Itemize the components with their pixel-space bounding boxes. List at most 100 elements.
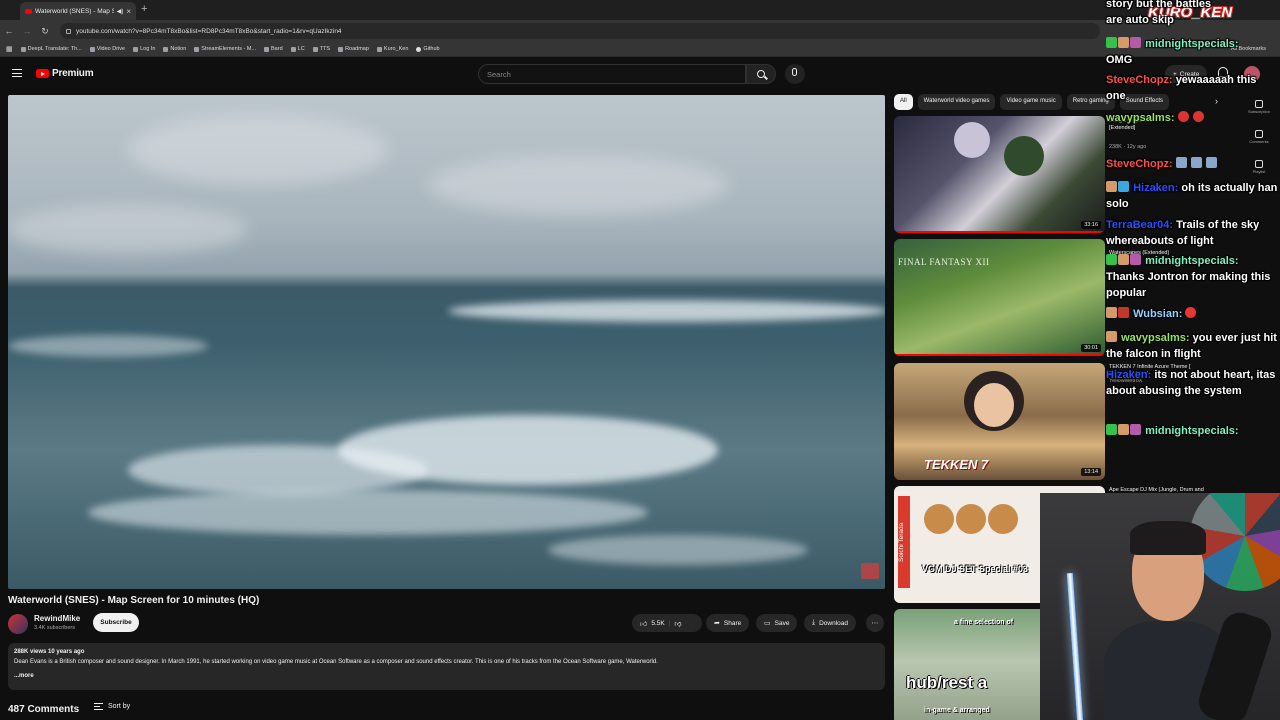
sub-badge-icon [1118, 424, 1129, 435]
search-input[interactable]: Search [478, 64, 746, 84]
account-avatar[interactable] [1244, 66, 1260, 82]
more-actions-button[interactable]: ⋯ [866, 614, 884, 632]
bookmark-streamelements[interactable]: StreamElements - M... [194, 46, 256, 52]
streamer-name-tag: KURO_KEN [1148, 4, 1233, 21]
share-button[interactable]: ➦ Share [706, 614, 750, 632]
bookmarks-bar: ▦ DeepL Translate: Th... Video Drive Log… [0, 42, 1280, 57]
bookmark-video-drive[interactable]: Video Drive [89, 46, 125, 52]
subscribe-button[interactable]: Subscribe [93, 613, 139, 632]
chat-username: SteveChopz: [1106, 158, 1173, 170]
notifications-bell-icon[interactable] [1218, 67, 1228, 77]
bookmark-favicon-icon [376, 46, 382, 52]
logo-text: Premium [52, 68, 94, 79]
bookmark-roadmap[interactable]: Roadmap [338, 46, 369, 52]
bookmark-kuro-ken[interactable]: Kuro_Ken [376, 46, 408, 52]
ocean-wave [448, 300, 885, 322]
thumb-bottom-text: in-game & arranged [924, 707, 990, 714]
comments-action[interactable]: Comments [1246, 130, 1272, 144]
thumbs-up-icon[interactable]: 👍︎ [640, 619, 647, 628]
channel-name[interactable]: RewindMike [34, 614, 80, 623]
thumb-figure [956, 504, 986, 534]
thumb-logo-text: FINAL FANTASY XII [898, 257, 990, 267]
bookmark-log-in[interactable]: Log In [133, 46, 155, 52]
video-player[interactable] [8, 95, 885, 589]
bookmark-bard[interactable]: Bard [264, 46, 283, 52]
forward-icon[interactable]: → [18, 26, 36, 36]
recommended-thumbnail[interactable]: FINAL FANTASY XII 30:01 [894, 239, 1105, 356]
sub-badge-icon [1130, 424, 1141, 435]
bookmark-lc[interactable]: LC [290, 46, 305, 52]
new-tab-icon[interactable]: + [141, 3, 147, 15]
save-button[interactable]: ▭ Save [756, 614, 798, 632]
show-more-link[interactable]: ...more [14, 671, 879, 681]
verified-badge-icon [1106, 424, 1117, 435]
thumb-figure [924, 504, 954, 534]
video-description[interactable]: 288K views 10 years ago Dean Evans is a … [8, 643, 885, 690]
youtube-logo-icon [36, 69, 49, 78]
bookmark-notion[interactable]: Notion [163, 46, 186, 52]
recommended-thumbnail[interactable]: 33:16 [894, 116, 1105, 233]
apps-icon[interactable]: ▦ [6, 45, 13, 53]
recommendation-title: Waterscapes (Extended) [1109, 250, 1170, 256]
chip-video-game-music[interactable]: Video game music [1000, 94, 1062, 110]
reload-icon[interactable]: ↻ [36, 26, 54, 37]
like-count[interactable]: 5.5K [651, 620, 664, 627]
chevron-right-icon[interactable]: › [1215, 96, 1218, 106]
thumb-figure [988, 504, 1018, 534]
bookmark-tts[interactable]: TTS [312, 46, 330, 52]
youtube-premium-logo[interactable]: Premium [36, 68, 94, 79]
subscription-icon [1255, 100, 1263, 108]
recommendation-meta[interactable]: TEKKEN 7 Infinite Azure Theme [ Tekken 7… [1109, 364, 1244, 385]
subscriber-count: 3.4K subscribers [34, 625, 75, 631]
close-tab-icon[interactable]: × [126, 7, 131, 16]
watch-progress-bar [894, 231, 1105, 233]
recommended-thumbnail[interactable]: TEKKEN 7 13:14 [894, 363, 1105, 480]
chat-username: Hizaken: [1133, 182, 1179, 194]
bookmark-favicon-icon [290, 46, 296, 52]
address-bar[interactable]: youtube.com/watch?v=8Pc34mT8xBo&list=RD8… [60, 23, 1100, 39]
chip-waterworld-video-games[interactable]: Waterworld video games [917, 94, 996, 110]
emote-icon [1175, 157, 1187, 168]
subscription-action[interactable]: Subscription [1246, 100, 1272, 114]
emote-icon [1205, 157, 1217, 168]
back-icon[interactable]: ← [0, 26, 18, 36]
chip-all[interactable]: All [894, 94, 913, 110]
like-divider: | [668, 619, 671, 627]
sub-badge-icon [1106, 181, 1117, 192]
download-button[interactable]: ⤓ Download [804, 614, 857, 632]
playlist-action[interactable]: Playlist [1246, 160, 1272, 174]
voice-search-button[interactable] [785, 64, 805, 84]
audio-icon[interactable]: ◀) [117, 8, 124, 15]
menu-icon[interactable] [12, 69, 22, 77]
comments-count: 487 Comments [8, 704, 80, 715]
thumbs-down-icon[interactable]: 👎︎ [674, 619, 681, 628]
create-button[interactable]: + Create [1165, 65, 1208, 83]
emote-icon [1185, 307, 1197, 318]
recommendation-title: [Extended] [1109, 125, 1136, 131]
all-bookmarks[interactable]: All Bookmarks [1231, 46, 1266, 52]
sort-comments-button[interactable]: Sort by [94, 703, 130, 710]
channel-avatar[interactable] [8, 614, 28, 634]
ocean-wave [548, 535, 808, 565]
browser-tab[interactable]: Waterworld (SNES) - Map S ◀) × [20, 2, 136, 20]
recommendation-stats: 238K · 12y ago [1109, 144, 1147, 150]
thumb-logo-text: VGM DJ SET Special #03 [922, 564, 1029, 574]
site-info-icon[interactable] [66, 28, 71, 34]
download-icon: ⤓ [812, 619, 816, 626]
bookmark-deepl[interactable]: DeepL Translate: Th... [20, 46, 82, 52]
chip-sound-effects[interactable]: Sound Effects [1119, 94, 1170, 110]
save-bookmark-icon: ▭ [764, 620, 771, 627]
like-dislike-group: 👍︎ 5.5K | 👎︎ [632, 614, 702, 632]
recommendation-meta[interactable]: Waterscapes (Extended) [1109, 250, 1244, 257]
recommendation-meta[interactable]: Danganronpa [Extended] 238K · 12y ago [1109, 118, 1244, 151]
chip-retro-gaming[interactable]: Retro gaming [1066, 94, 1115, 110]
search-button[interactable] [746, 64, 776, 84]
sort-icon [94, 703, 103, 710]
github-icon [416, 46, 422, 52]
channel-watermark-icon[interactable] [861, 563, 879, 579]
youtube-favicon-icon [25, 8, 32, 14]
chat-username: wavypsalms: [1121, 332, 1190, 344]
bookmark-github[interactable]: Github [416, 46, 440, 52]
bookmark-favicon-icon [89, 46, 95, 52]
sub-badge-icon [1106, 331, 1117, 342]
